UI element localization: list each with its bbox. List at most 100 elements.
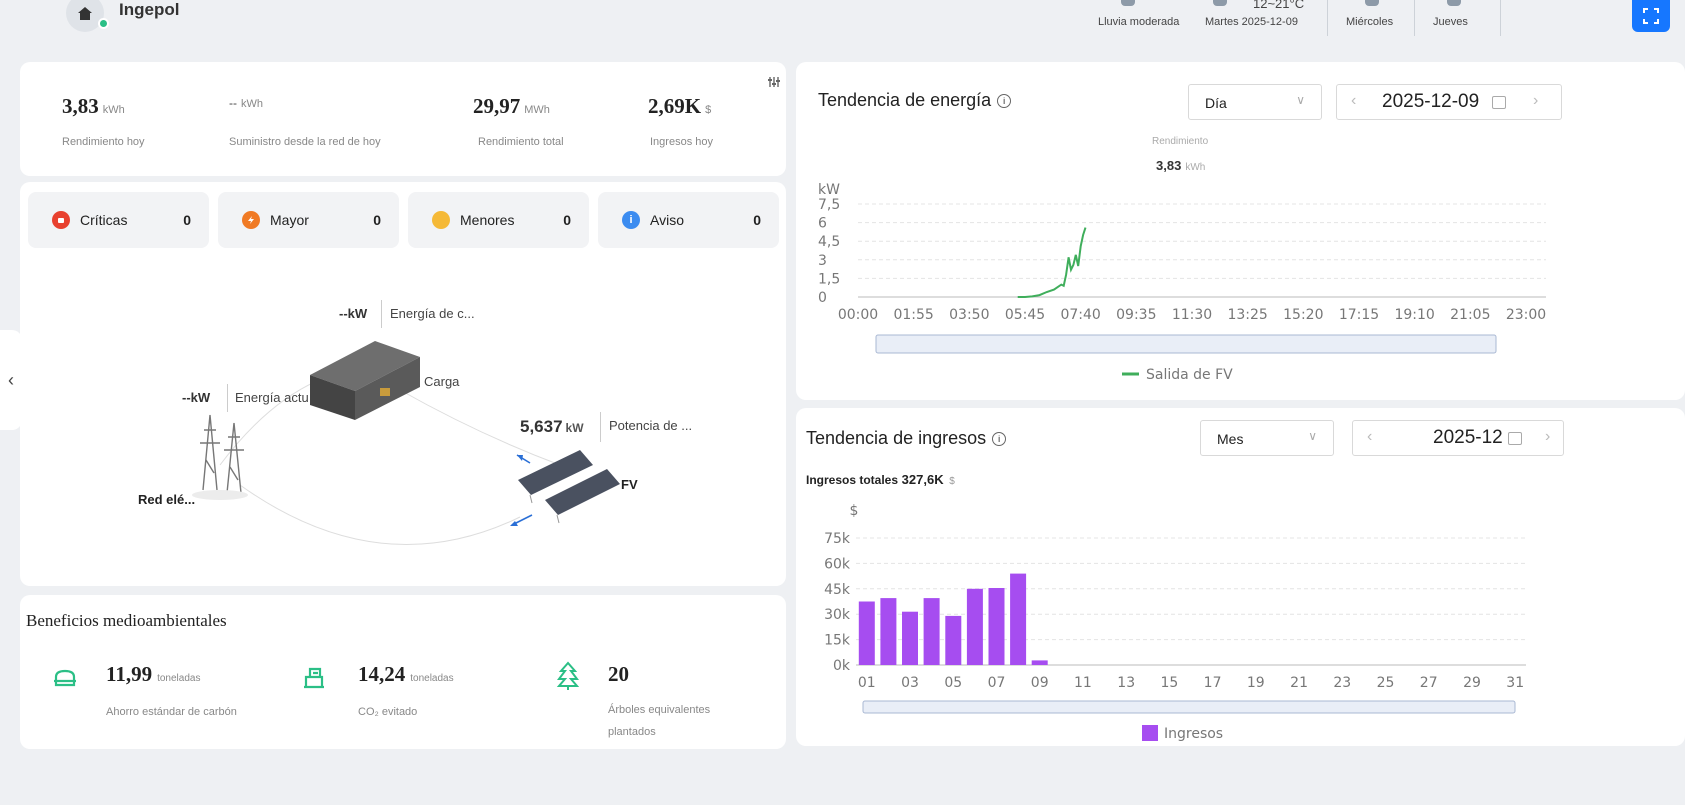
cloud-rain-icon	[1121, 0, 1135, 6]
alarm-critical[interactable]: Críticas 0	[28, 192, 209, 248]
y-tick-label: 6	[818, 216, 827, 232]
load-power-value: --kW	[339, 306, 368, 321]
bar	[966, 588, 983, 665]
env-label: Árboles equivalentes plantados	[608, 704, 711, 738]
alarm-count: 0	[183, 212, 191, 228]
flow-line-grid-pv	[239, 484, 521, 545]
alarm-major[interactable]: Mayor 0	[218, 192, 399, 248]
chevron-left-icon[interactable]: ‹	[1367, 428, 1372, 446]
legend-label: Ingresos	[1164, 726, 1223, 742]
x-tick-label: 07	[988, 675, 1006, 691]
y-tick-label: 30k	[824, 607, 851, 623]
env-value-coal: 11,99 toneladas	[106, 662, 201, 686]
calendar-icon[interactable]	[1492, 96, 1506, 109]
weather-day-label: Miércoles	[1346, 16, 1394, 28]
divider	[227, 384, 228, 412]
settings-sliders-icon[interactable]	[767, 76, 781, 88]
x-tick-label: 19:10	[1394, 307, 1434, 323]
alarm-label: Críticas	[80, 212, 128, 228]
chevron-down-icon: ∨	[1296, 93, 1305, 107]
fullscreen-button[interactable]	[1632, 0, 1670, 32]
y-tick-label: 75k	[824, 531, 851, 547]
x-tick-label: 09:35	[1116, 307, 1156, 323]
bar	[945, 615, 962, 665]
pv-panel-icon[interactable]	[518, 450, 620, 524]
collapse-sidebar-button[interactable]: ‹	[0, 330, 22, 430]
date-picker[interactable]: ‹ 2025-12-09 ›	[1336, 84, 1562, 120]
bar	[902, 611, 918, 665]
weather-day-3: Jueves	[1430, 0, 1480, 44]
x-tick-label: 11	[1074, 675, 1092, 691]
alarm-label: Mayor	[270, 212, 309, 228]
y-tick-label: 3	[818, 253, 827, 269]
kpi-label: Suministro desde la red de hoy	[229, 136, 381, 148]
site-name: Ingepol	[119, 0, 180, 19]
alarm-count: 0	[563, 212, 571, 228]
alarm-notice[interactable]: i Aviso 0	[598, 192, 779, 248]
pv-power-value: 5,637 kW	[520, 417, 584, 436]
calendar-icon[interactable]	[1508, 432, 1522, 445]
grid-tower-icon[interactable]	[192, 414, 248, 500]
income-trend-title: Tendencia de ingresos i	[806, 428, 1007, 449]
x-tick-label: 29	[1463, 675, 1481, 691]
weather-day-1: 12~21°C Martes 2025-12-09	[1205, 0, 1320, 44]
chevron-right-icon[interactable]: ›	[1545, 428, 1550, 446]
env-label: CO₂ evitado	[358, 706, 418, 718]
x-tick-label: 05:45	[1005, 307, 1045, 323]
legend-label: Salida de FV	[1146, 367, 1233, 383]
x-tick-label: 17:15	[1339, 307, 1379, 323]
kpi-total-yield: 29,97 MWh	[473, 94, 550, 118]
zoom-slider[interactable]	[875, 334, 1497, 354]
weather-day-label: Martes 2025-12-09	[1205, 16, 1298, 28]
chevron-right-icon[interactable]: ›	[1533, 92, 1538, 110]
info-icon[interactable]: i	[992, 432, 1007, 446]
y-tick-label: 45k	[824, 582, 851, 598]
summary-label: Rendimiento	[1152, 136, 1209, 147]
chevron-left-icon[interactable]: ‹	[1351, 92, 1356, 110]
summary-value: 3,83 kWh	[1156, 158, 1206, 173]
x-tick-label: 23:00	[1506, 307, 1546, 323]
cloud-rain-icon	[1365, 0, 1379, 6]
period-select[interactable]: Día ∨	[1188, 84, 1322, 120]
date-picker[interactable]: ‹ 2025-12 ›	[1352, 420, 1564, 456]
kpi-label: Ingresos hoy	[650, 136, 713, 148]
x-tick-label: 15:20	[1283, 307, 1323, 323]
x-tick-label: 13:25	[1227, 307, 1267, 323]
income-trend-card: Tendencia de ingresos i Mes ∨ ‹ 2025-12 ›…	[796, 408, 1685, 746]
y-tick-label: 4,5	[818, 234, 840, 250]
x-tick-label: 21:05	[1450, 307, 1490, 323]
alarm-minor[interactable]: Menores 0	[408, 192, 589, 248]
x-tick-label: 27	[1420, 675, 1438, 691]
site-avatar[interactable]	[66, 0, 104, 32]
zoom-slider[interactable]	[862, 700, 1516, 714]
energy-trend-title: Tendencia de energía i	[818, 90, 1012, 111]
divider	[1500, 0, 1501, 36]
period-select[interactable]: Mes ∨	[1200, 420, 1334, 456]
kpi-income-today: 2,69K $	[648, 94, 712, 118]
kpi-grid-supply: -- kWh	[229, 96, 263, 110]
series-line	[1017, 227, 1087, 298]
date-value: 2025-12-09	[1382, 91, 1480, 112]
bar	[1010, 573, 1027, 665]
alarm-count: 0	[753, 212, 761, 228]
weather-condition: Lluvia moderada	[1098, 16, 1180, 28]
environment-card: Beneficios medioambientales 11,99 tonelad…	[20, 595, 786, 749]
bar	[988, 588, 1005, 665]
divider	[1327, 0, 1328, 36]
x-tick-label: 07:40	[1060, 307, 1100, 323]
bar	[923, 598, 940, 665]
y-tick-label: 15k	[824, 633, 851, 649]
x-tick-label: 05	[944, 675, 962, 691]
x-tick-label: 23	[1333, 675, 1351, 691]
pv-power-label: Potencia de ...	[609, 418, 693, 433]
alarm-label: Aviso	[650, 212, 684, 228]
info-icon[interactable]: i	[997, 94, 1012, 108]
flow-arrow-head	[517, 455, 523, 461]
x-tick-label: 01	[858, 675, 876, 691]
x-tick-label: 03	[901, 675, 919, 691]
x-tick-label: 31	[1506, 675, 1524, 691]
period-value: Mes	[1217, 431, 1244, 447]
chevron-left-icon: ‹	[8, 369, 14, 390]
alarm-count: 0	[373, 212, 381, 228]
load-building-icon[interactable]	[310, 341, 420, 420]
